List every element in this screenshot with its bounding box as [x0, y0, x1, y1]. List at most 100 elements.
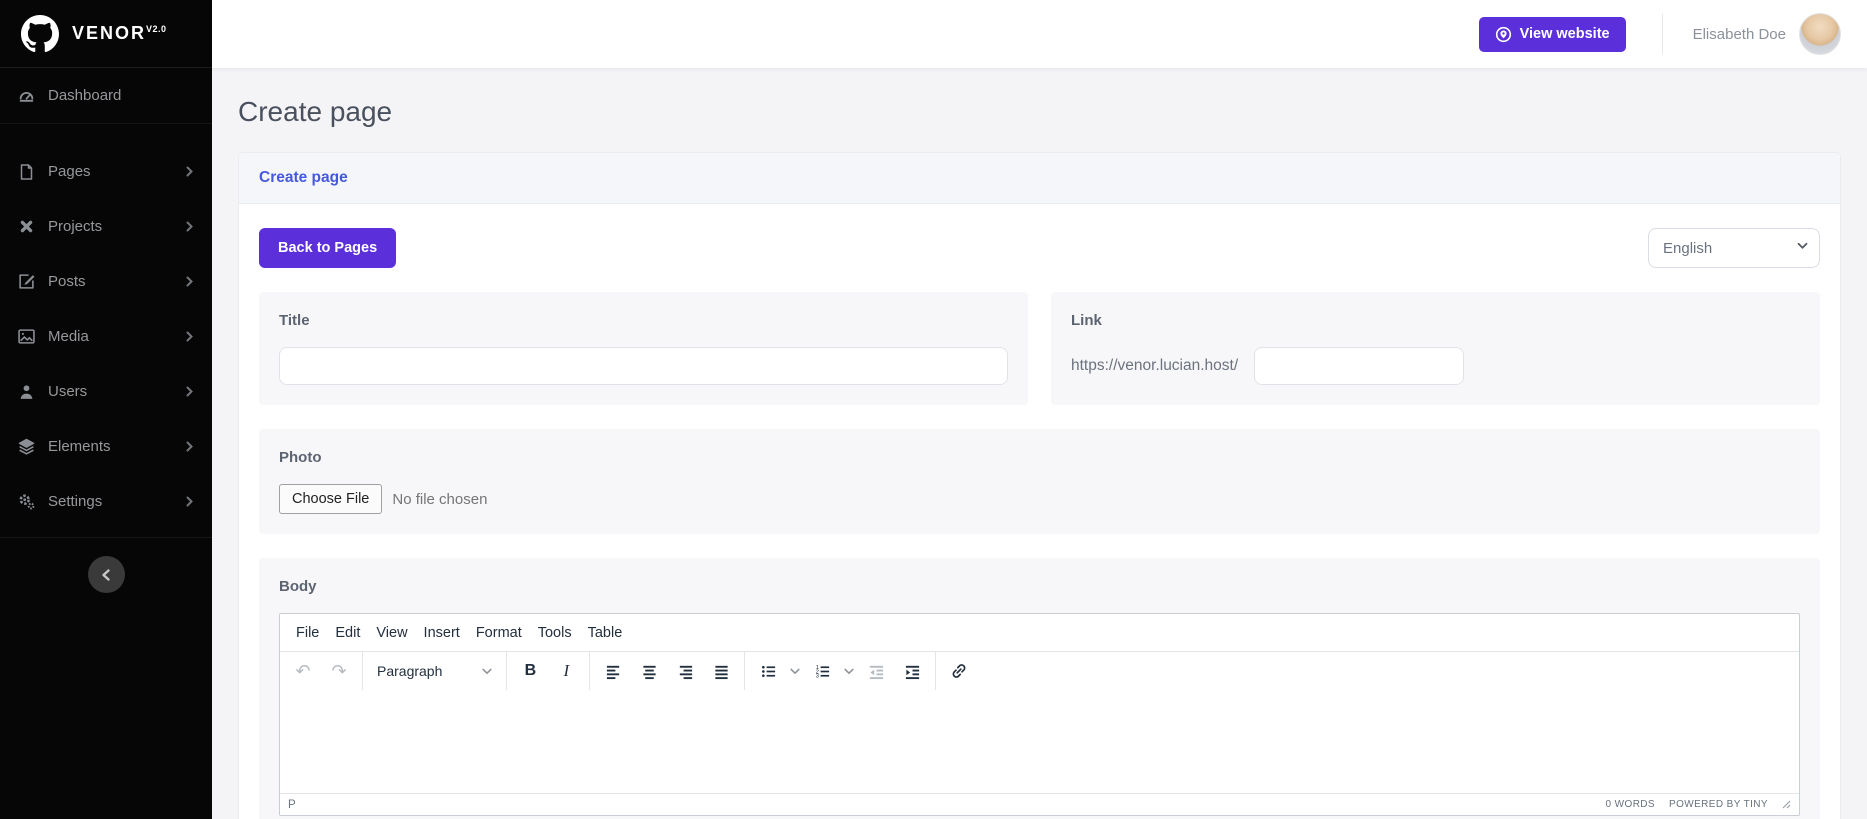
indent-button[interactable]	[895, 655, 929, 687]
dashboard-icon	[18, 87, 35, 104]
bullet-list-button[interactable]	[751, 655, 785, 687]
sidebar-item-elements[interactable]: Elements	[0, 419, 212, 474]
editor-menubar: File Edit View Insert Format Tools Table	[280, 614, 1799, 651]
outdent-button[interactable]	[859, 655, 893, 687]
page-title: Create page	[238, 96, 1841, 128]
title-panel: Title	[259, 292, 1028, 405]
sidebar-item-users[interactable]: Users	[0, 364, 212, 419]
align-right-button[interactable]	[668, 655, 702, 687]
back-to-pages-button[interactable]: Back to Pages	[259, 228, 396, 268]
chevron-down-icon	[482, 668, 492, 675]
body-panel: Body File Edit View Insert Format Tools …	[259, 558, 1820, 819]
users-icon	[18, 383, 35, 400]
user-name: Elisabeth Doe	[1693, 26, 1786, 43]
chevron-right-icon	[185, 221, 194, 232]
sidebar-item-label: Posts	[48, 273, 86, 290]
sidebar-item-settings[interactable]: Settings	[0, 474, 212, 529]
media-icon	[18, 328, 35, 345]
menu-format[interactable]: Format	[468, 620, 530, 646]
resize-handle[interactable]	[1782, 800, 1791, 809]
menu-insert[interactable]: Insert	[416, 620, 468, 646]
menu-edit[interactable]: Edit	[327, 620, 368, 646]
menu-table[interactable]: Table	[580, 620, 631, 646]
projects-icon	[18, 218, 35, 235]
chevron-right-icon	[185, 441, 194, 452]
editor-toolbar: ↶ ↷ Paragraph B I	[280, 651, 1799, 690]
sidebar-item-label: Settings	[48, 493, 102, 510]
chevron-right-icon	[185, 496, 194, 507]
sidebar-collapse-button[interactable]	[88, 556, 125, 593]
settings-icon	[18, 493, 35, 510]
choose-file-button[interactable]: Choose File	[279, 484, 382, 514]
octocat-logo-icon	[20, 14, 60, 54]
menu-file[interactable]: File	[288, 620, 327, 646]
sidebar-item-label: Dashboard	[48, 87, 121, 104]
format-select[interactable]: Paragraph	[368, 655, 501, 687]
element-path[interactable]: P	[288, 799, 296, 811]
language-select[interactable]: English	[1648, 228, 1820, 268]
card-body: Back to Pages English Title Link	[239, 204, 1840, 819]
create-page-card: Create page Back to Pages English Title	[238, 152, 1841, 819]
body-label: Body	[279, 578, 1800, 595]
sidebar-item-media[interactable]: Media	[0, 309, 212, 364]
view-website-label: View website	[1520, 26, 1610, 42]
sidebar-item-label: Users	[48, 383, 87, 400]
sidebar-item-label: Projects	[48, 218, 102, 235]
align-center-button[interactable]	[632, 655, 666, 687]
sidebar-divider	[0, 537, 212, 538]
editor-statusbar: P 0 WORDS POWERED BY TINY	[280, 793, 1799, 815]
redo-button[interactable]: ↷	[322, 655, 356, 687]
posts-icon	[18, 273, 35, 290]
sidebar-item-label: Pages	[48, 163, 91, 180]
sidebar-item-projects[interactable]: Projects	[0, 199, 212, 254]
italic-button[interactable]: I	[549, 655, 583, 687]
brand-version: V2.0	[146, 24, 167, 34]
justify-button[interactable]	[704, 655, 738, 687]
chevron-right-icon	[185, 276, 194, 287]
elements-icon	[18, 438, 35, 455]
rich-text-editor: File Edit View Insert Format Tools Table…	[279, 613, 1800, 816]
sidebar-item-dashboard[interactable]: Dashboard	[0, 68, 212, 123]
photo-label: Photo	[279, 449, 1800, 466]
bold-button[interactable]: B	[513, 655, 547, 687]
menu-tools[interactable]: Tools	[530, 620, 580, 646]
brand-name: VENORV2.0	[72, 23, 167, 44]
topbar: View website Elisabeth Doe	[212, 0, 1867, 68]
link-button[interactable]	[942, 655, 976, 687]
link-input[interactable]	[1254, 347, 1464, 385]
chevron-right-icon	[185, 166, 194, 177]
app-window: VENORV2.0 Dashboard Pages	[0, 0, 1867, 819]
chevron-right-icon	[185, 386, 194, 397]
chevron-right-icon	[185, 331, 194, 342]
sidebar-item-label: Elements	[48, 438, 111, 455]
title-input[interactable]	[279, 347, 1008, 385]
sidebar: VENORV2.0 Dashboard Pages	[0, 0, 212, 819]
topbar-divider	[1662, 14, 1663, 54]
numbered-list-button[interactable]: 123	[805, 655, 839, 687]
word-count[interactable]: 0 WORDS	[1606, 799, 1655, 810]
link-label: Link	[1071, 312, 1800, 329]
sidebar-item-label: Media	[48, 328, 89, 345]
pages-icon	[18, 163, 35, 180]
card-header: Create page	[239, 153, 1840, 204]
sidebar-item-pages[interactable]: Pages	[0, 144, 212, 199]
format-select-value: Paragraph	[377, 663, 442, 679]
sidebar-item-posts[interactable]: Posts	[0, 254, 212, 309]
brand-logo[interactable]: VENORV2.0	[0, 0, 212, 68]
globe-pin-icon	[1495, 26, 1512, 43]
powered-by-tiny[interactable]: POWERED BY TINY	[1669, 799, 1768, 810]
chevron-down-icon[interactable]	[787, 655, 803, 687]
svg-text:3: 3	[816, 673, 819, 679]
chevron-down-icon[interactable]	[841, 655, 857, 687]
main-content: Create page Create page Back to Pages En…	[212, 68, 1867, 819]
menu-view[interactable]: View	[368, 620, 415, 646]
file-chosen-status: No file chosen	[392, 491, 487, 508]
align-left-button[interactable]	[596, 655, 630, 687]
undo-button[interactable]: ↶	[286, 655, 320, 687]
avatar[interactable]	[1799, 13, 1841, 55]
link-url-prefix: https://venor.lucian.host/	[1071, 357, 1238, 375]
view-website-button[interactable]: View website	[1479, 17, 1626, 52]
editor-content-area[interactable]	[280, 690, 1799, 793]
title-label: Title	[279, 312, 1008, 329]
link-panel: Link https://venor.lucian.host/	[1051, 292, 1820, 405]
